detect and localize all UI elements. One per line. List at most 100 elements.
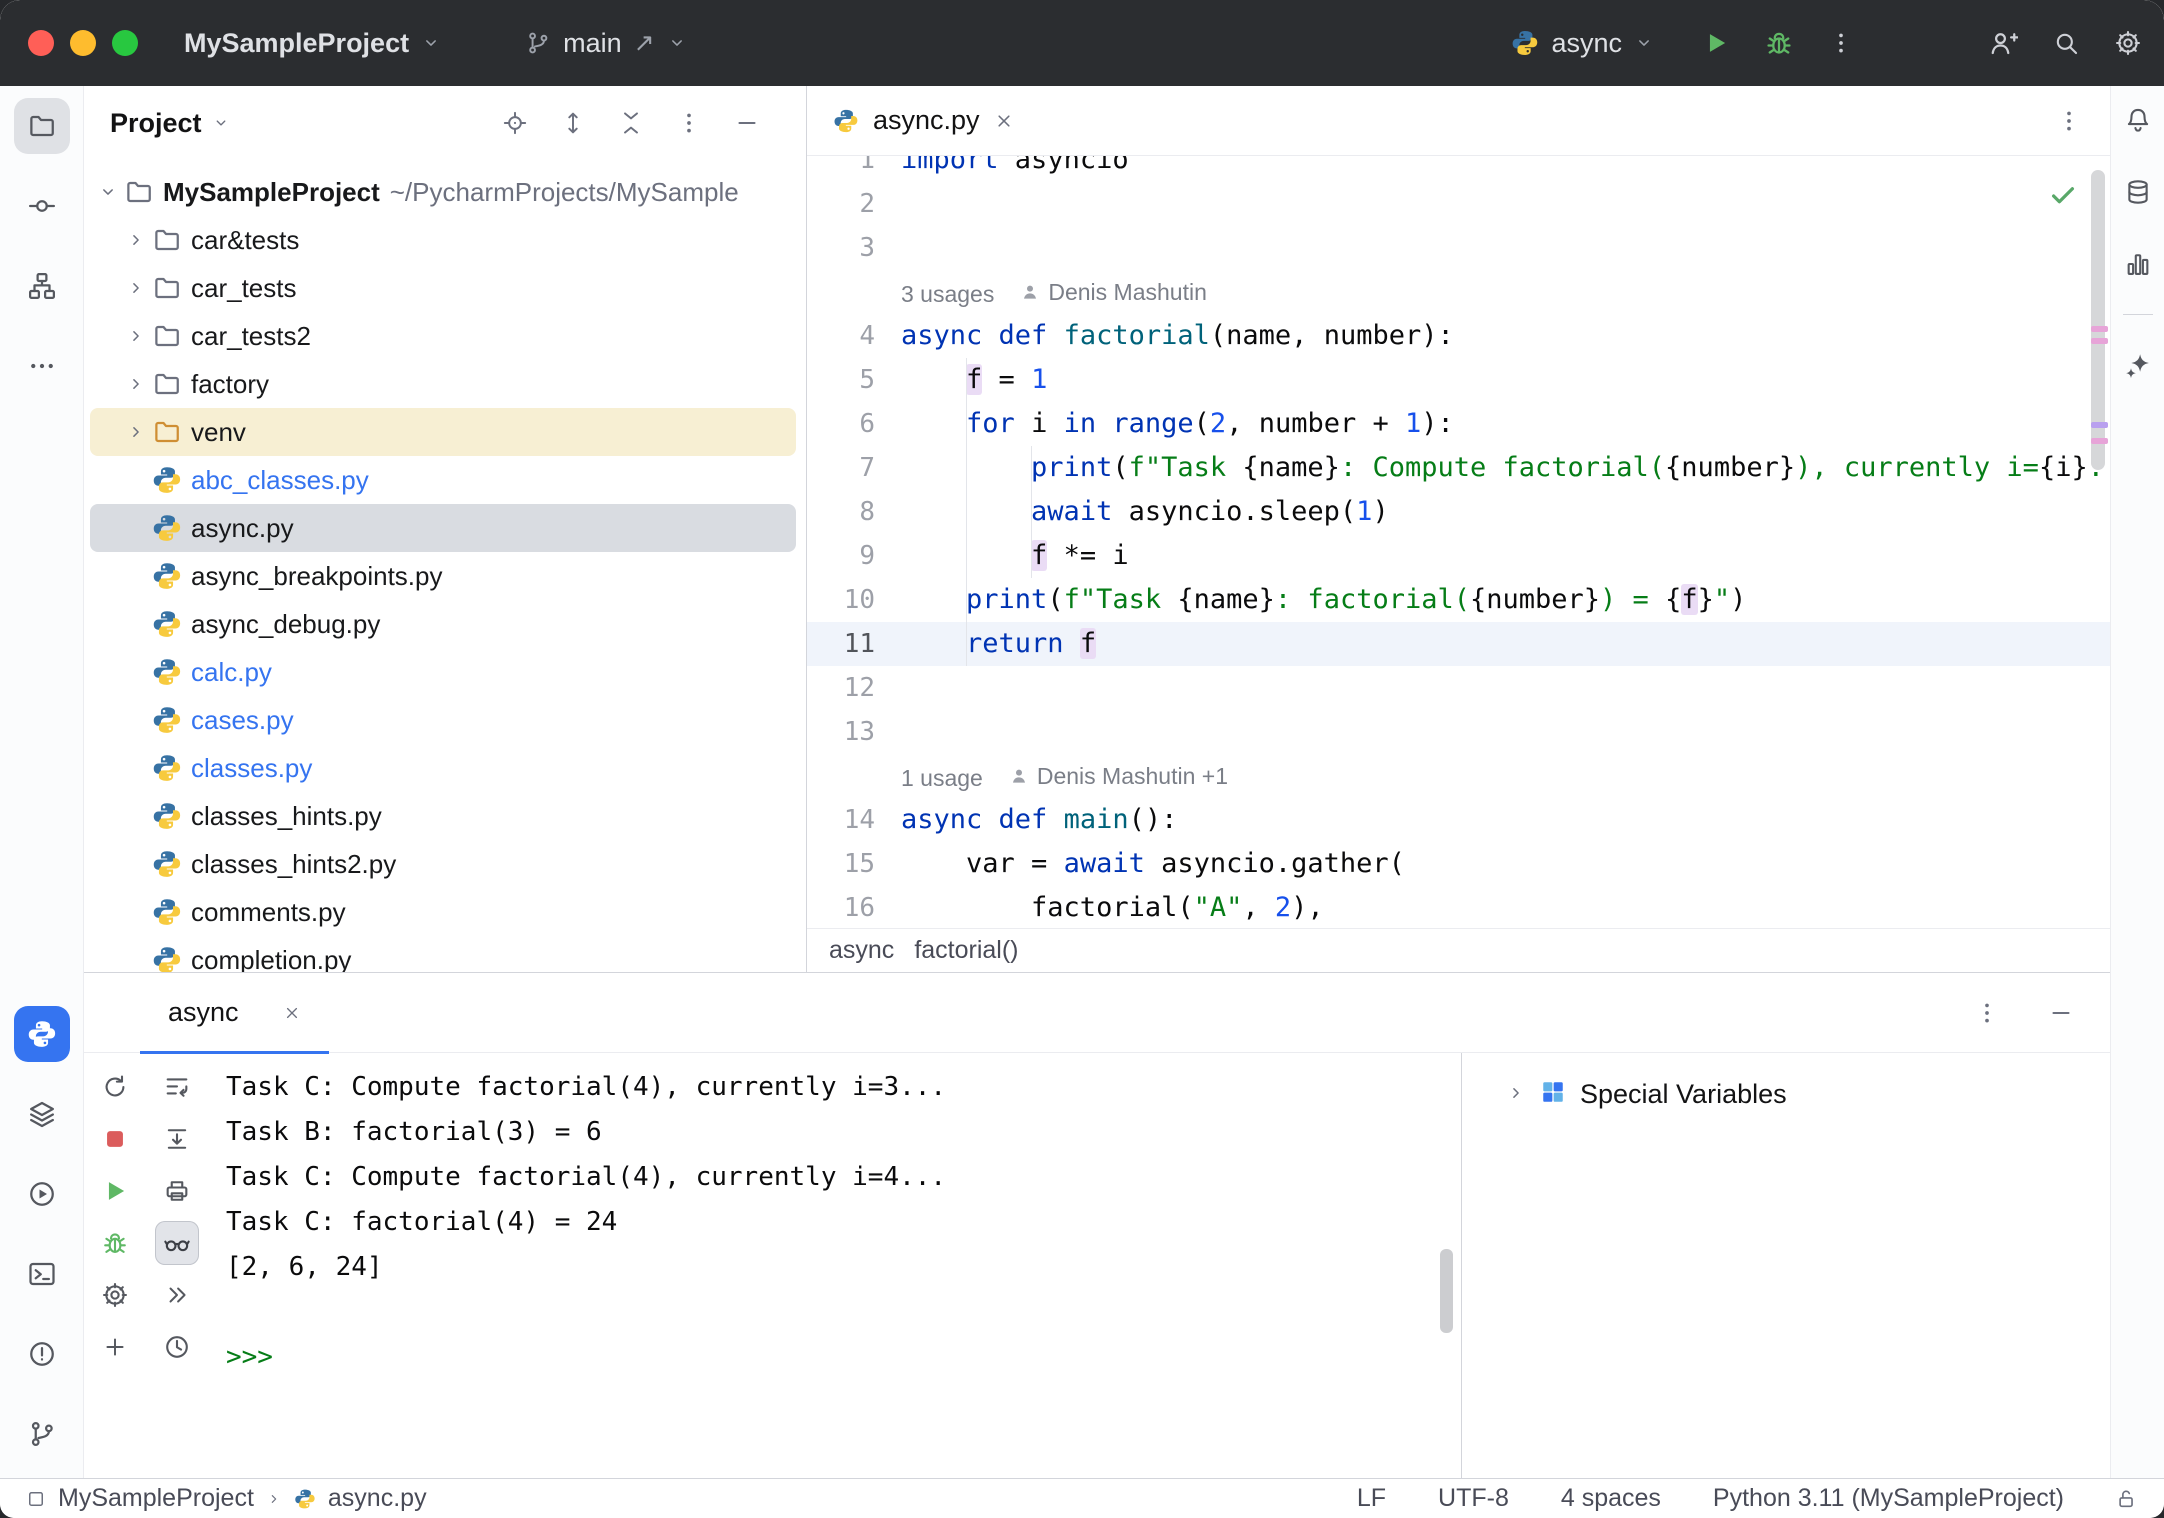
project-tool-button[interactable] bbox=[14, 98, 70, 154]
code-line[interactable]: 2 bbox=[807, 182, 2110, 226]
code-line[interactable]: 12 bbox=[807, 666, 2110, 710]
tree-item-async_debug.py[interactable]: async_debug.py bbox=[90, 600, 796, 648]
panel-options-button[interactable] bbox=[1974, 1000, 2000, 1026]
lock-icon[interactable] bbox=[2116, 1488, 2138, 1510]
code-line[interactable]: 6 for i in range(2, number + 1): bbox=[807, 402, 2110, 446]
bug-button[interactable] bbox=[93, 1221, 137, 1265]
project-panel-title[interactable]: Project bbox=[110, 108, 202, 139]
tree-item-async_breakpoints.py[interactable]: async_breakpoints.py bbox=[90, 552, 796, 600]
zoom-window-button[interactable] bbox=[112, 30, 138, 56]
chevron-down-icon[interactable] bbox=[94, 178, 122, 206]
minimize-window-button[interactable] bbox=[70, 30, 96, 56]
line-number[interactable]: 1 bbox=[807, 156, 901, 182]
code-line[interactable]: 11 return f bbox=[807, 622, 2110, 666]
console-output[interactable]: Task C: Compute factorial(4), currently … bbox=[208, 1053, 1461, 1478]
hide-panel-button[interactable] bbox=[734, 110, 760, 136]
add-button[interactable] bbox=[93, 1325, 137, 1369]
code-line[interactable]: 7 print(f"Task {name}: Compute factorial… bbox=[807, 446, 2110, 490]
console-settings-button[interactable] bbox=[93, 1273, 137, 1317]
line-number[interactable]: 7 bbox=[807, 446, 901, 490]
run-button[interactable] bbox=[1702, 29, 1730, 57]
code-line[interactable]: 15 var = await asyncio.gather( bbox=[807, 842, 2110, 886]
commit-tool-button[interactable] bbox=[14, 178, 70, 234]
project-selector[interactable]: MySampleProject bbox=[170, 18, 455, 69]
chevron-right-icon[interactable] bbox=[122, 274, 150, 302]
tree-item-classes_hints2.py[interactable]: classes_hints2.py bbox=[90, 840, 796, 888]
line-number[interactable]: 6 bbox=[807, 402, 901, 446]
services-tool-button[interactable] bbox=[14, 1086, 70, 1142]
close-tab-button[interactable] bbox=[994, 111, 1014, 131]
usages-hint[interactable]: 3 usages bbox=[901, 281, 994, 307]
chevron-right-icon[interactable] bbox=[122, 226, 150, 254]
line-number[interactable]: 12 bbox=[807, 666, 901, 710]
tree-item-async.py[interactable]: async.py bbox=[90, 504, 796, 552]
tree-item-car_tests[interactable]: car_tests bbox=[90, 264, 796, 312]
soft-wrap-button[interactable] bbox=[155, 1065, 199, 1109]
line-number[interactable]: 2 bbox=[807, 182, 901, 226]
print-button[interactable] bbox=[155, 1169, 199, 1213]
hide-panel-button[interactable] bbox=[2048, 1000, 2074, 1026]
tree-item-car&tests[interactable]: car&tests bbox=[90, 216, 796, 264]
tree-item-cases.py[interactable]: cases.py bbox=[90, 696, 796, 744]
line-ending-indicator[interactable]: LF bbox=[1357, 1484, 1386, 1513]
usages-hint[interactable]: 1 usage bbox=[901, 765, 983, 791]
line-number[interactable]: 3 bbox=[807, 226, 901, 270]
line-number[interactable]: 10 bbox=[807, 578, 901, 622]
database-tool-button[interactable] bbox=[2116, 170, 2160, 214]
branch-selector[interactable]: main ↗ bbox=[511, 18, 700, 69]
scroll-to-end-button[interactable] bbox=[155, 1117, 199, 1161]
breadcrumb-file[interactable]: async bbox=[829, 936, 894, 965]
problems-tool-button[interactable] bbox=[14, 1326, 70, 1382]
close-tab-button[interactable] bbox=[283, 1004, 301, 1022]
status-project-crumb[interactable]: MySampleProject bbox=[58, 1484, 254, 1513]
interpreter-indicator[interactable]: Python 3.11 (MySampleProject) bbox=[1713, 1484, 2064, 1513]
ai-assistant-button[interactable] bbox=[2116, 343, 2160, 387]
indent-indicator[interactable]: 4 spaces bbox=[1561, 1484, 1661, 1513]
run-tool-button[interactable] bbox=[14, 1166, 70, 1222]
locate-file-button[interactable] bbox=[502, 110, 528, 136]
tree-item-MySampleProject[interactable]: MySampleProject~/PycharmProjects/MySampl… bbox=[90, 168, 796, 216]
line-number[interactable]: 8 bbox=[807, 490, 901, 534]
history-button[interactable] bbox=[155, 1325, 199, 1369]
line-number[interactable]: 15 bbox=[807, 842, 901, 886]
line-number[interactable]: 9 bbox=[807, 534, 901, 578]
run-config-selector[interactable]: async bbox=[1497, 18, 1668, 69]
chevron-down-icon[interactable] bbox=[212, 114, 230, 132]
line-number[interactable]: 4 bbox=[807, 314, 901, 358]
tree-item-factory[interactable]: factory bbox=[90, 360, 796, 408]
console-prompt-line[interactable]: >>> bbox=[226, 1335, 1461, 1380]
code-with-me-button[interactable] bbox=[1988, 28, 2018, 58]
collapse-all-button[interactable] bbox=[618, 110, 644, 136]
tree-item-venv[interactable]: venv bbox=[90, 408, 796, 456]
tree-item-comments.py[interactable]: comments.py bbox=[90, 888, 796, 936]
line-number[interactable]: 16 bbox=[807, 886, 901, 928]
author-hint[interactable]: Denis Mashutin +1 bbox=[1009, 754, 1228, 798]
settings-button[interactable] bbox=[2114, 29, 2142, 57]
inspections-status-icon[interactable] bbox=[2048, 180, 2078, 210]
code-line[interactable]: 4async def factorial(name, number): bbox=[807, 314, 2110, 358]
code-area[interactable]: 1import asyncio233 usagesDenis Mashutin4… bbox=[807, 156, 2110, 928]
tree-item-classes_hints.py[interactable]: classes_hints.py bbox=[90, 792, 796, 840]
stop-button[interactable] bbox=[93, 1117, 137, 1161]
skip-button[interactable] bbox=[155, 1273, 199, 1317]
chevron-right-icon[interactable] bbox=[122, 370, 150, 398]
expand-all-button[interactable] bbox=[560, 110, 586, 136]
version-control-tool-button[interactable] bbox=[14, 1406, 70, 1462]
notifications-button[interactable] bbox=[2116, 98, 2160, 142]
code-line[interactable]: 5 f = 1 bbox=[807, 358, 2110, 402]
breadcrumb-function[interactable]: factorial() bbox=[914, 936, 1018, 965]
close-window-button[interactable] bbox=[28, 30, 54, 56]
author-hint[interactable]: Denis Mashutin bbox=[1020, 270, 1207, 314]
editor-tab-async[interactable]: async.py bbox=[807, 86, 1036, 156]
tree-item-car_tests2[interactable]: car_tests2 bbox=[90, 312, 796, 360]
code-line[interactable]: 9 f *= i bbox=[807, 534, 2110, 578]
code-line[interactable]: 10 print(f"Task {name}: factorial({numbe… bbox=[807, 578, 2110, 622]
run-panel-tab[interactable]: async bbox=[140, 973, 329, 1053]
rerun-button[interactable] bbox=[93, 1065, 137, 1109]
tree-item-abc_classes.py[interactable]: abc_classes.py bbox=[90, 456, 796, 504]
structure-tool-button[interactable] bbox=[14, 258, 70, 314]
code-line[interactable]: 16 factorial("A", 2), bbox=[807, 886, 2110, 928]
code-line[interactable]: 8 await asyncio.sleep(1) bbox=[807, 490, 2110, 534]
tree-item-calc.py[interactable]: calc.py bbox=[90, 648, 796, 696]
charts-tool-button[interactable] bbox=[2116, 242, 2160, 286]
